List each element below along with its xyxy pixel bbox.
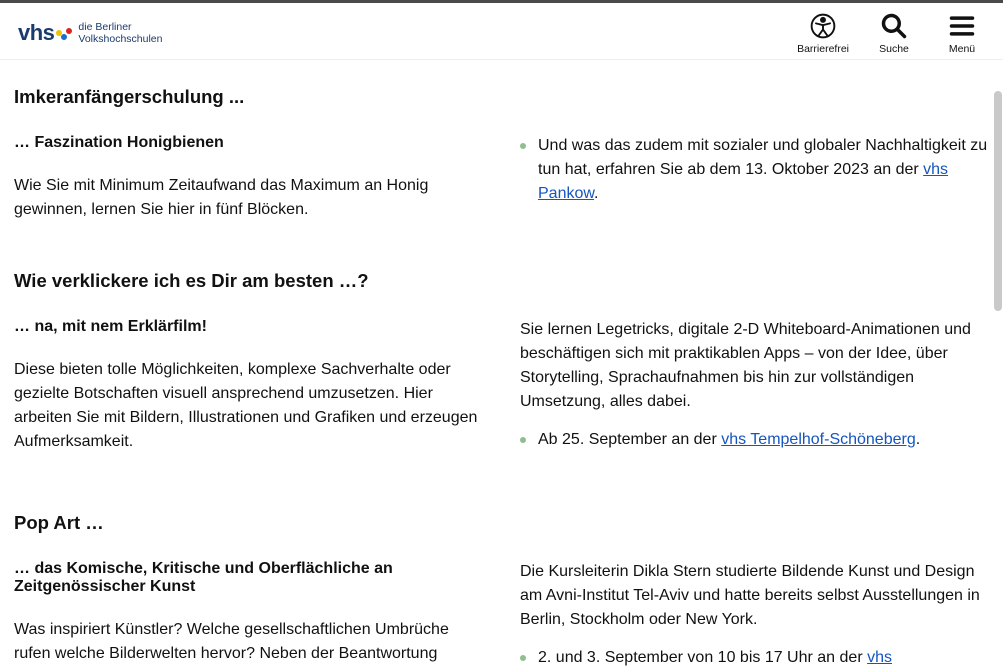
search-button[interactable]: Suche xyxy=(871,11,917,55)
menu-icon xyxy=(947,11,977,41)
col-right: Sie lernen Legetricks, digitale 2-D Whit… xyxy=(520,318,989,464)
search-label: Suche xyxy=(879,43,909,55)
logo-dots-icon xyxy=(56,30,72,40)
body-text: Sie lernen Legetricks, digitale 2-D Whit… xyxy=(520,318,989,414)
bullet-pre: Und was das zudem mit sozialer und globa… xyxy=(538,137,987,178)
list-item: 2. und 3. September von 10 bis 17 Uhr an… xyxy=(520,646,989,667)
bullet-pre: 2. und 3. September von 10 bis 17 Uhr an… xyxy=(538,649,867,666)
header: vhs die Berliner Volkshochschulen Barrie… xyxy=(0,3,1003,60)
logo-sub-line2: Volkshochschulen xyxy=(78,33,162,45)
menu-label: Menü xyxy=(949,43,975,55)
sub-heading: … Faszination Honigbienen xyxy=(14,134,484,152)
bullet-list: 2. und 3. September von 10 bis 17 Uhr an… xyxy=(520,646,989,667)
bullet-list: Und was das zudem mit sozialer und globa… xyxy=(520,134,989,206)
accessibility-button[interactable]: Barrierefrei xyxy=(797,11,849,55)
logo-sub-line1: die Berliner xyxy=(78,21,131,33)
bullet-pre: Ab 25. September an der xyxy=(538,431,721,448)
section-columns: … das Komische, Kritische und Oberflächl… xyxy=(14,560,989,667)
logo-text: vhs xyxy=(18,20,72,46)
bullet-post: . xyxy=(594,185,598,202)
body-text: Was inspiriert Künstler? Welche gesellsc… xyxy=(14,618,484,667)
bullet-post: . xyxy=(916,431,920,448)
col-left: … das Komische, Kritische und Oberflächl… xyxy=(14,560,484,667)
section-popart: Pop Art … … das Komische, Kritische und … xyxy=(14,512,989,667)
section-imker: Imkeranfängerschulung ... … Faszination … xyxy=(14,86,989,222)
logo-word: vhs xyxy=(18,20,54,46)
list-item: Ab 25. September an der vhs Tempelhof-Sc… xyxy=(520,428,989,452)
body-text: Diese bieten tolle Möglichkeiten, komple… xyxy=(14,358,484,454)
scrollbar-thumb[interactable] xyxy=(994,91,1002,311)
logo[interactable]: vhs die Berliner Volkshochschulen xyxy=(18,20,162,46)
header-actions: Barrierefrei Suche Menü xyxy=(797,11,985,55)
section-heading: Pop Art … xyxy=(14,512,989,534)
col-right: Die Kursleiterin Dikla Stern studierte B… xyxy=(520,560,989,667)
main-content: Imkeranfängerschulung ... … Faszination … xyxy=(0,60,1003,667)
scrollbar-track[interactable] xyxy=(993,61,1003,668)
col-left: … Faszination Honigbienen Wie Sie mit Mi… xyxy=(14,134,484,222)
body-text: Die Kursleiterin Dikla Stern studierte B… xyxy=(520,560,989,632)
list-item: Und was das zudem mit sozialer und globa… xyxy=(520,134,989,206)
bullet-list: Ab 25. September an der vhs Tempelhof-Sc… xyxy=(520,428,989,452)
section-columns: … na, mit nem Erklärfilm! Diese bieten t… xyxy=(14,318,989,464)
menu-button[interactable]: Menü xyxy=(939,11,985,55)
accessibility-label: Barrierefrei xyxy=(797,43,849,55)
vhs-link[interactable]: vhs Tempelhof-Schöneberg xyxy=(721,431,916,448)
col-right: Und was das zudem mit sozialer und globa… xyxy=(520,134,989,222)
sub-heading: … na, mit nem Erklärfilm! xyxy=(14,318,484,336)
sub-heading: … das Komische, Kritische und Oberflächl… xyxy=(14,560,484,596)
col-left: … na, mit nem Erklärfilm! Diese bieten t… xyxy=(14,318,484,464)
accessibility-icon xyxy=(808,11,838,41)
section-heading: Imkeranfängerschulung ... xyxy=(14,86,989,108)
section-heading: Wie verklickere ich es Dir am besten …? xyxy=(14,270,989,292)
search-icon xyxy=(879,11,909,41)
body-text: Wie Sie mit Minimum Zeitaufwand das Maxi… xyxy=(14,174,484,222)
logo-subtitle: die Berliner Volkshochschulen xyxy=(78,21,162,45)
section-erklaerfilm: Wie verklickere ich es Dir am besten …? … xyxy=(14,270,989,464)
section-columns: … Faszination Honigbienen Wie Sie mit Mi… xyxy=(14,134,989,222)
